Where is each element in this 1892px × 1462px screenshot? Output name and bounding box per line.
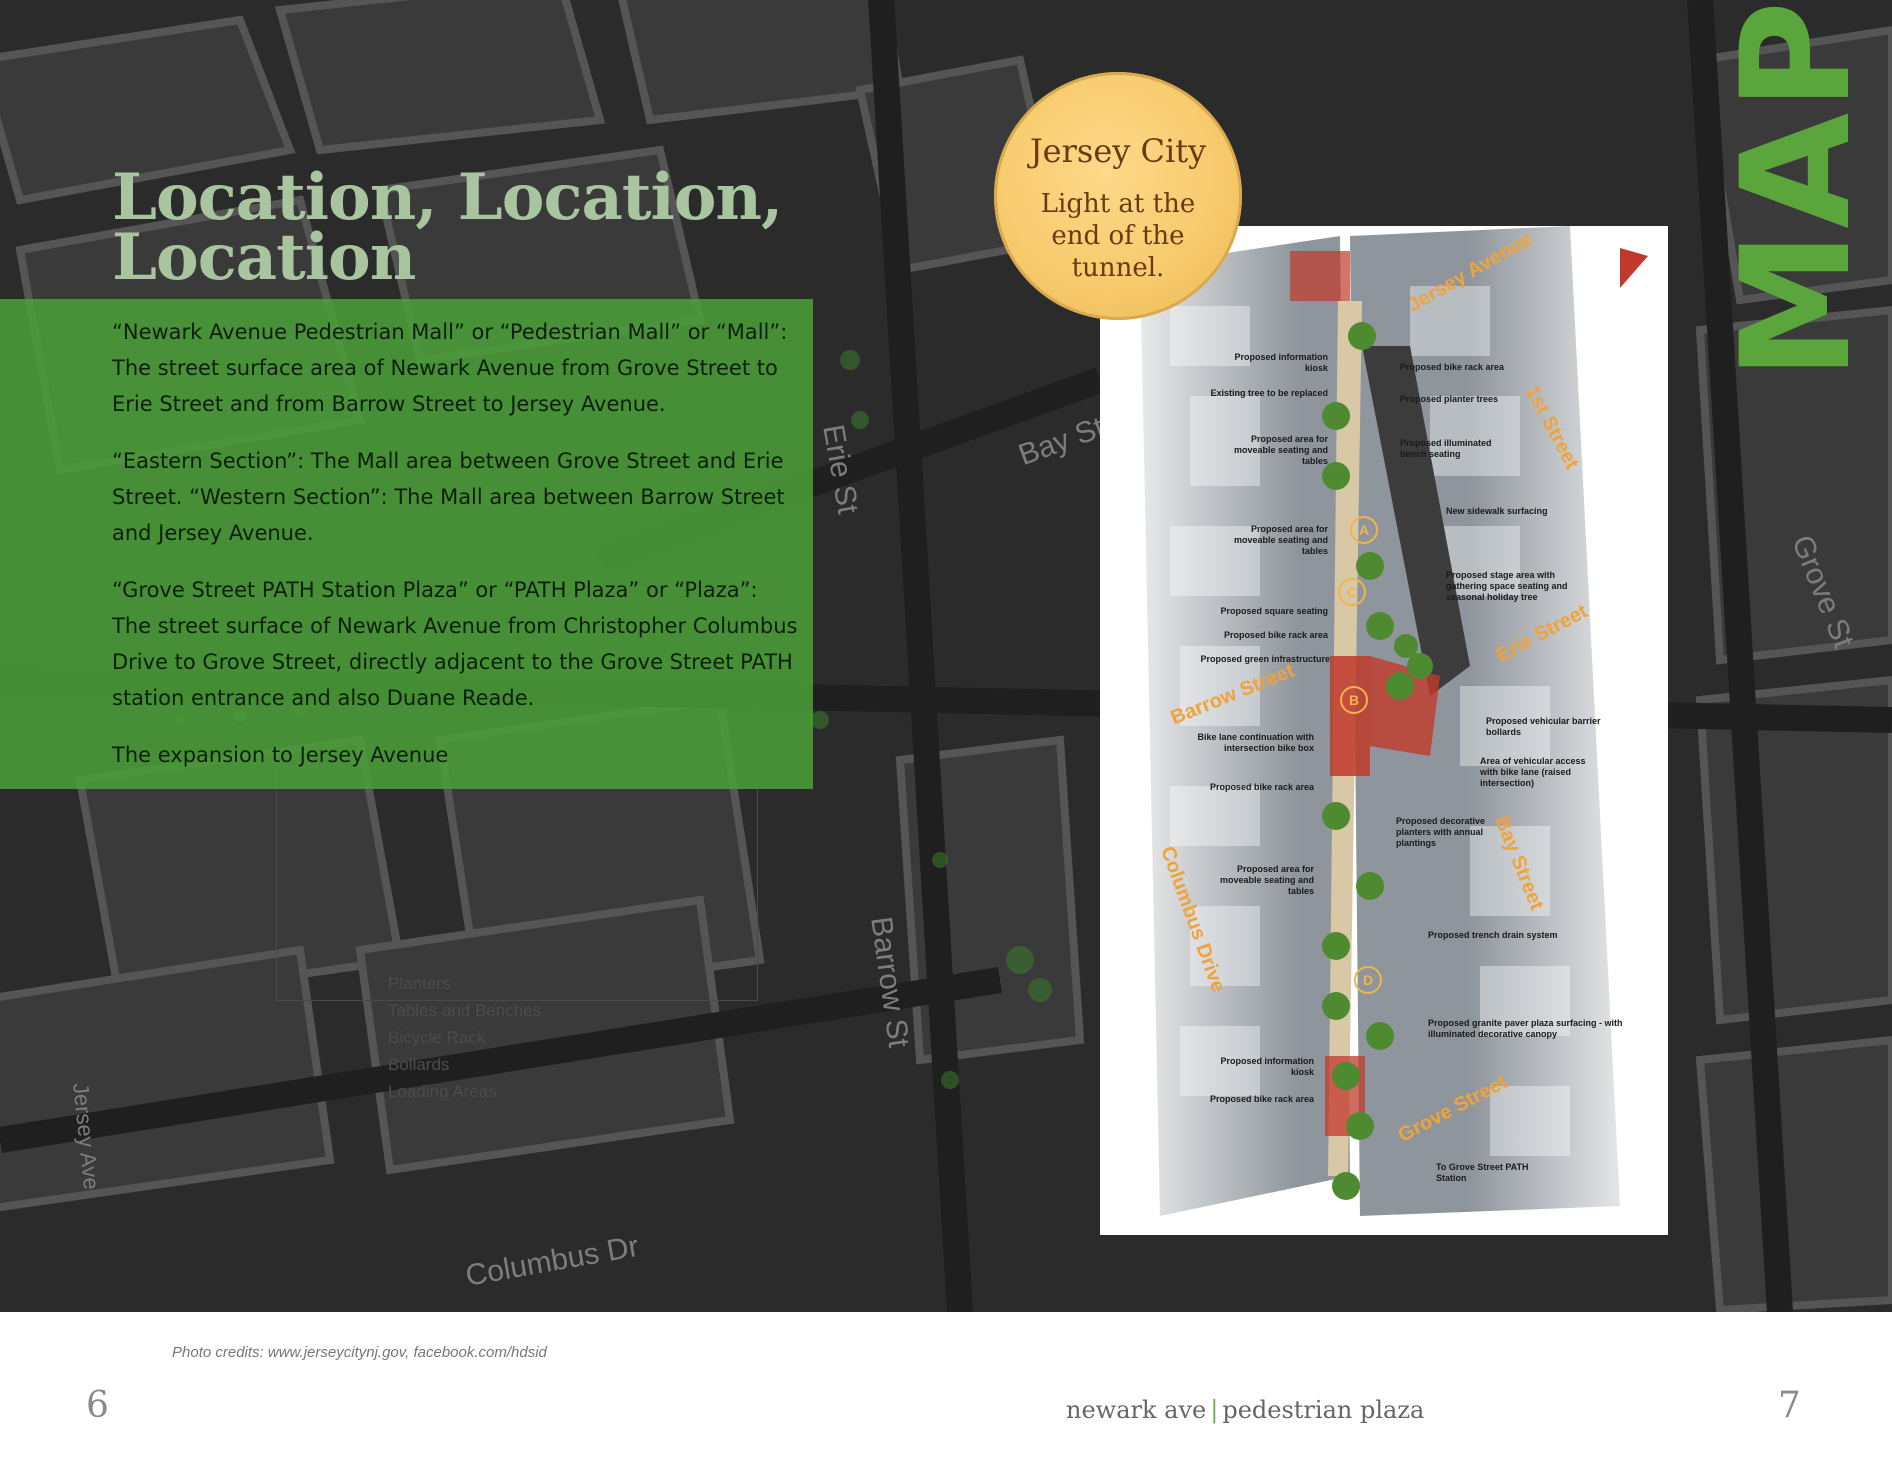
legend-item: Loading Areas	[388, 1082, 497, 1101]
plan-note: Proposed area for moveable seating and t…	[1233, 434, 1328, 466]
plan-note: To Grove Street PATH Station	[1436, 1162, 1529, 1183]
plan-marker-a: A	[1350, 516, 1378, 544]
plan-note: Proposed green infrastructure	[1200, 654, 1330, 664]
plan-note: Bike lane continuation with intersection…	[1197, 732, 1314, 753]
side-word: MAP	[1710, 0, 1884, 380]
plan-note: Proposed area for moveable seating and t…	[1233, 524, 1328, 556]
plan-note: Proposed granite paver plaza surfacing -…	[1428, 1018, 1623, 1039]
plan-note: Proposed trench drain system	[1428, 930, 1558, 940]
plan-note: Proposed information kiosk	[1220, 1056, 1314, 1077]
map-legend: Planters Tables and Benches Bicycle Rack…	[388, 970, 541, 1105]
footer-separator: |	[1210, 1396, 1219, 1424]
plan-note: Area of vehicular access with bike lane …	[1480, 756, 1586, 788]
footer-title-right: pedestrian plaza	[1222, 1396, 1425, 1424]
legend-item: Bollards	[388, 1055, 450, 1074]
plan-marker-d: D	[1354, 966, 1382, 994]
badge-subtitle: Light at the end of the tunnel.	[1040, 189, 1196, 283]
definition-paragraph: “Grove Street PATH Station Plaza” or “PA…	[112, 578, 798, 710]
definitions-text: “Newark Avenue Pedestrian Mall” or “Pede…	[112, 314, 802, 794]
page-title: Location, Location, Location	[112, 160, 783, 295]
brochure-spread: Erie St Bay St Barrow St Jersey Ave Colu…	[0, 0, 1892, 1462]
plan-note: Proposed bike rack area	[1223, 630, 1328, 640]
photo-credits: Photo credits: www.jerseycitynj.gov, fac…	[172, 1344, 547, 1361]
footer-title-left: newark ave	[1066, 1396, 1207, 1424]
plan-note: Proposed vehicular barrier bollards	[1486, 716, 1601, 737]
legend-item: Tables and Benches	[388, 1001, 542, 1020]
left-page-number: 6	[86, 1385, 109, 1426]
plan-note: Proposed area for moveable seating and t…	[1219, 864, 1314, 896]
plan-note: Proposed square seating	[1220, 606, 1328, 616]
plan-marker-c: C	[1338, 578, 1366, 606]
definition-paragraph: The expansion to Jersey Avenue	[112, 743, 449, 767]
badge-title: Jersey City	[1029, 132, 1207, 170]
plan-note: Proposed bike rack area	[1400, 362, 1505, 372]
plan-note: Proposed bike rack area	[1209, 1094, 1314, 1104]
plan-note: New sidewalk surfacing	[1446, 506, 1548, 516]
plan-note: Proposed planter trees	[1400, 394, 1499, 404]
plan-note: Proposed illuminated bench seating	[1400, 438, 1492, 459]
plan-note: Proposed bike rack area	[1209, 782, 1314, 792]
legend-item: Bicycle Rack	[388, 1028, 486, 1047]
plan-note: Proposed decorative planters with annual…	[1396, 816, 1486, 848]
definition-paragraph: “Eastern Section”: The Mall area between…	[112, 449, 785, 545]
site-plan-image: Jersey Avenue 1st Street Erie Street Bar…	[1100, 226, 1668, 1235]
plan-note: Existing tree to be replaced	[1210, 388, 1328, 398]
definition-paragraph: “Newark Avenue Pedestrian Mall” or “Pede…	[112, 320, 788, 416]
plan-note: Proposed information kiosk	[1234, 352, 1328, 373]
jersey-city-badge: Jersey City Light at the end of the tunn…	[994, 72, 1242, 320]
right-page-number: 7	[1778, 1385, 1801, 1426]
plan-marker-b: B	[1340, 686, 1368, 714]
footer-title: newark ave | pedestrian plaza	[1066, 1396, 1424, 1424]
plan-note: Proposed stage area with gathering space…	[1446, 570, 1568, 602]
legend-item: Planters	[388, 974, 451, 993]
